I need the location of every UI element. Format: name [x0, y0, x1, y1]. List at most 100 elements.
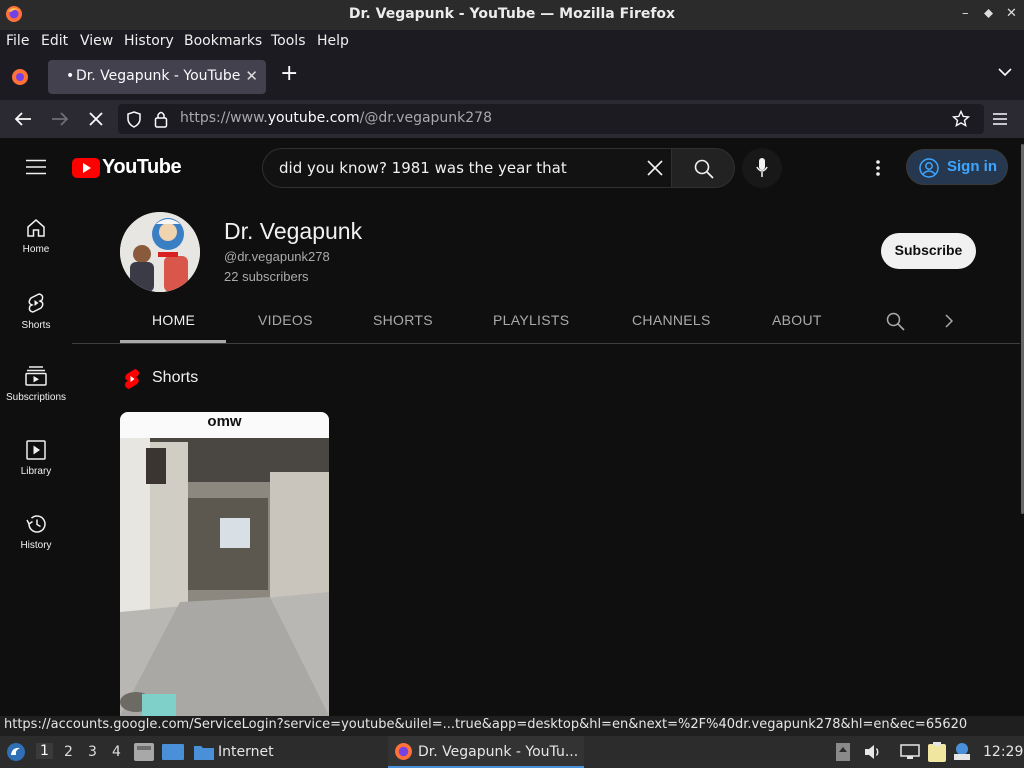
tabs-divider — [72, 343, 1020, 344]
menu-history[interactable]: History — [124, 33, 174, 49]
firefox-view-icon[interactable] — [11, 68, 29, 86]
menu-tools[interactable]: Tools — [271, 33, 306, 49]
app-menu-hamburger-icon[interactable] — [993, 113, 1007, 125]
taskbar-window-firefox[interactable]: Dr. Vegapunk - YouTu... — [388, 736, 584, 768]
guide-menu-icon[interactable] — [26, 159, 46, 175]
internet-launcher-label[interactable]: Internet — [218, 744, 274, 760]
subscriptions-icon — [25, 366, 47, 386]
tab-about[interactable]: ABOUT — [772, 312, 822, 328]
window-title: Dr. Vegapunk - YouTube — Mozilla Firefox — [348, 6, 676, 22]
youtube-logo-text[interactable]: YouTube — [102, 156, 182, 179]
channel-handle: @dr.vegapunk278 — [224, 249, 330, 264]
account-circle-icon — [919, 158, 939, 178]
sidebar-item-label: History — [20, 540, 52, 551]
menu-help[interactable]: Help — [317, 33, 349, 49]
clear-search-icon[interactable] — [647, 160, 663, 176]
update-notifier-icon[interactable] — [954, 742, 970, 760]
clock: 12:29 — [983, 744, 1024, 760]
search-query: did you know? 1981 was the year that — [279, 159, 567, 177]
home-icon — [27, 219, 45, 237]
menu-bookmarks[interactable]: Bookmarks — [184, 33, 262, 49]
shorts-section-title: Shorts — [152, 369, 199, 386]
short-video-frame — [120, 412, 329, 716]
youtube-logo-icon[interactable] — [72, 158, 100, 178]
tab-channels[interactable]: CHANNELS — [632, 312, 711, 328]
window-titlebar: Dr. Vegapunk - YouTube — Mozilla Firefox… — [0, 0, 1024, 30]
list-all-tabs-icon[interactable] — [998, 68, 1012, 77]
workspace-2[interactable]: 2 — [64, 744, 73, 760]
new-tab-button[interactable]: + — [280, 63, 298, 85]
tab-strip: • Dr. Vegapunk - YouTube ✕ + — [0, 54, 1024, 100]
youtube-page: YouTube did you know? 1981 was the year … — [0, 138, 1024, 716]
sidebar-item-label: Shorts — [21, 320, 51, 331]
voice-search-button[interactable] — [742, 148, 782, 188]
shorts-icon — [28, 293, 44, 313]
chevron-right-icon[interactable] — [945, 314, 953, 328]
tab-shorts[interactable]: SHORTS — [373, 312, 433, 328]
forward-arrow-icon[interactable] — [51, 111, 69, 127]
channel-tabs: HOME VIDEOS SHORTS PLAYLISTS CHANNELS AB… — [120, 302, 1020, 344]
tab-active[interactable]: • Dr. Vegapunk - YouTube ✕ — [48, 60, 266, 94]
close-window-button[interactable]: ✕ — [1006, 6, 1017, 21]
tab-videos[interactable]: VIDEOS — [258, 312, 313, 328]
sidebar-item-home[interactable]: Home — [0, 218, 72, 255]
sign-in-button[interactable]: Sign in — [906, 149, 1008, 185]
taskbar: 1 2 3 4 Internet Dr. Vegapunk - YouTu...… — [0, 736, 1024, 768]
sidebar-item-history[interactable]: History — [0, 514, 72, 551]
short-thumbnail[interactable]: omw — [120, 412, 329, 716]
channel-name: Dr. Vegapunk — [224, 218, 363, 244]
bookmark-star-icon[interactable] — [952, 110, 970, 128]
workspace-4[interactable]: 4 — [112, 744, 121, 760]
history-icon — [26, 515, 46, 533]
sign-in-label: Sign in — [947, 158, 997, 175]
tracking-protection-shield-icon[interactable] — [126, 111, 142, 128]
microphone-icon — [756, 158, 768, 178]
maximize-button[interactable]: ⬥ — [984, 6, 993, 21]
sidebar-item-label: Subscriptions — [5, 392, 67, 403]
taskbar-window-title: Dr. Vegapunk - YouTu... — [418, 744, 579, 760]
lock-icon[interactable] — [154, 110, 168, 128]
sidebar-item-shorts[interactable]: Shorts — [0, 292, 72, 331]
tab-title: Dr. Vegapunk - YouTube — [76, 68, 241, 84]
search-button[interactable] — [671, 148, 735, 188]
loading-dot-icon: • — [66, 68, 75, 84]
menu-bar: File Edit View History Bookmarks Tools H… — [0, 30, 1024, 54]
firefox-task-icon — [394, 742, 413, 761]
subscribe-button[interactable]: Subscribe — [881, 233, 976, 269]
clipboard-icon[interactable] — [928, 742, 946, 762]
menu-file[interactable]: File — [6, 33, 29, 49]
close-tab-icon[interactable]: ✕ — [245, 67, 258, 85]
start-menu-icon[interactable] — [6, 742, 26, 762]
network-icon[interactable] — [900, 744, 920, 760]
sidebar-item-label: Home — [22, 244, 50, 255]
stop-loading-icon[interactable] — [88, 111, 104, 127]
show-desktop-icon[interactable] — [162, 744, 184, 760]
search-input[interactable]: did you know? 1981 was the year that — [262, 148, 672, 188]
sidebar-item-library[interactable]: Library — [0, 440, 72, 477]
subscriber-count: 22 subscribers — [224, 269, 309, 284]
short-caption: omw — [120, 412, 329, 438]
menu-edit[interactable]: Edit — [41, 33, 68, 49]
address-bar[interactable]: https://www.youtube.com/@dr.vegapunk278 — [118, 104, 984, 134]
tab-playlists[interactable]: PLAYLISTS — [493, 312, 569, 328]
workspace-3[interactable]: 3 — [88, 744, 97, 760]
library-icon — [26, 440, 46, 460]
tray-upload-icon[interactable] — [836, 743, 850, 761]
channel-avatar[interactable] — [120, 212, 200, 292]
sidebar-item-subscriptions[interactable]: Subscriptions — [0, 366, 72, 403]
folder-icon[interactable] — [194, 744, 214, 760]
back-arrow-icon[interactable] — [14, 111, 32, 127]
sidebar-item-label: Library — [20, 466, 52, 477]
channel-search-icon[interactable] — [886, 312, 905, 331]
file-manager-icon[interactable] — [134, 743, 154, 761]
shorts-logo-icon — [123, 368, 141, 390]
url-text[interactable]: https://www.youtube.com/@dr.vegapunk278 — [180, 110, 492, 126]
page-scrollbar[interactable] — [1020, 138, 1024, 716]
tab-home[interactable]: HOME — [152, 312, 195, 328]
menu-view[interactable]: View — [80, 33, 113, 49]
settings-kebab-icon[interactable] — [876, 160, 880, 176]
workspace-1[interactable]: 1 — [36, 743, 53, 759]
search-icon — [694, 159, 714, 179]
volume-icon[interactable] — [864, 744, 882, 760]
minimize-button[interactable]: – — [962, 6, 969, 21]
